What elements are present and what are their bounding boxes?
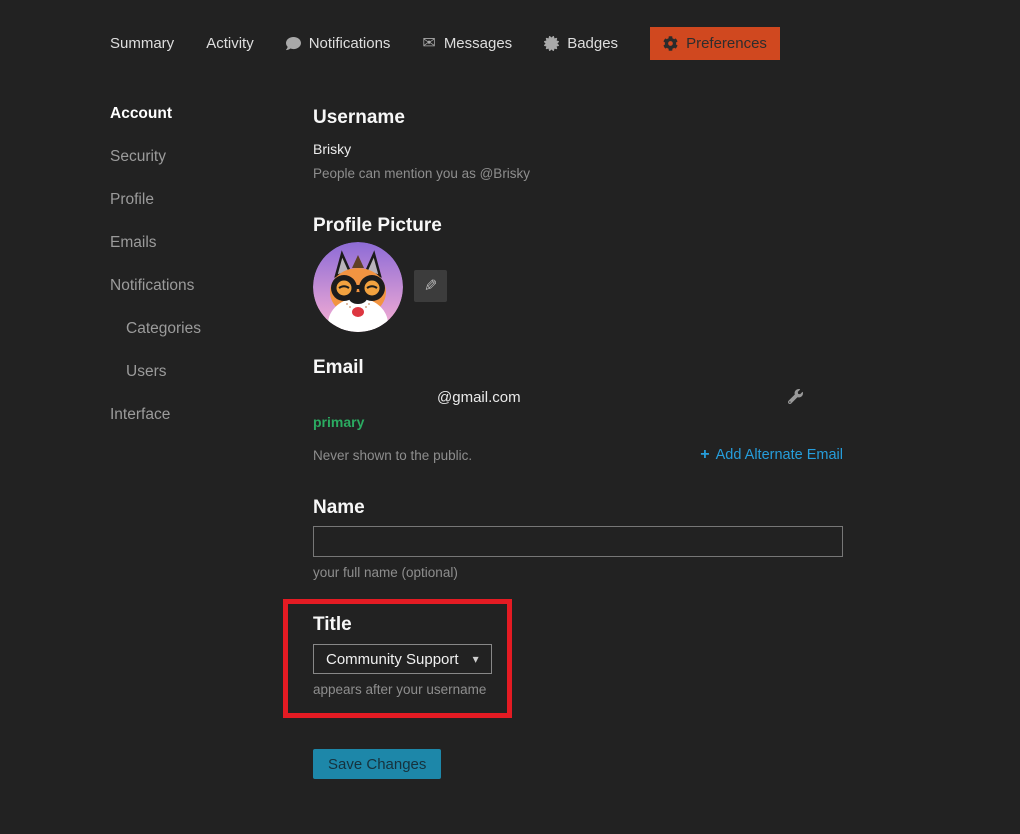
gear-icon <box>663 36 678 51</box>
title-dropdown-value: Community Support <box>326 651 459 668</box>
edit-avatar-button[interactable]: ✎ <box>414 270 447 302</box>
name-heading: Name <box>313 497 843 519</box>
tab-preferences-label: Preferences <box>686 35 767 52</box>
sidebar-item-notifications[interactable]: Notifications <box>110 277 300 294</box>
envelope-icon: ✉ <box>422 36 435 52</box>
edit-email-button[interactable] <box>788 389 803 407</box>
comment-icon <box>286 36 301 51</box>
chevron-down-icon: ▾ <box>473 653 479 665</box>
full-name-input[interactable] <box>313 526 843 557</box>
save-changes-button[interactable]: Save Changes <box>313 749 441 779</box>
title-dropdown[interactable]: Community Support ▾ <box>313 644 492 674</box>
sidebar-item-security[interactable]: Security <box>110 148 300 165</box>
preferences-sidebar: Account Security Profile Emails Notifica… <box>110 105 300 449</box>
username-value: Brisky <box>313 141 843 157</box>
sidebar-item-users[interactable]: Users <box>110 363 300 380</box>
tab-activity[interactable]: Activity <box>206 35 254 52</box>
certificate-icon <box>544 36 559 51</box>
profile-picture-heading: Profile Picture <box>313 215 843 237</box>
tab-summary-label: Summary <box>110 35 174 52</box>
title-hint: appears after your username <box>313 682 542 697</box>
tab-preferences[interactable]: Preferences <box>650 27 780 60</box>
sidebar-item-profile[interactable]: Profile <box>110 191 300 208</box>
title-section: Title Community Support ▾ appears after … <box>313 614 542 697</box>
email-hint: Never shown to the public. <box>313 448 472 463</box>
title-heading: Title <box>313 614 542 636</box>
tab-notifications[interactable]: Notifications <box>286 35 391 52</box>
tab-badges-label: Badges <box>567 35 618 52</box>
user-nav: Summary Activity Notifications ✉ Message… <box>110 27 780 60</box>
name-hint: your full name (optional) <box>313 565 843 580</box>
username-heading: Username <box>313 107 843 129</box>
tab-messages-label: Messages <box>444 35 512 52</box>
add-alternate-email-link[interactable]: + Add Alternate Email <box>700 447 843 463</box>
tab-activity-label: Activity <box>206 35 254 52</box>
sidebar-item-account[interactable]: Account <box>110 105 300 122</box>
account-preferences-panel: Username Brisky People can mention you a… <box>313 107 843 779</box>
email-address: @gmail.com <box>437 389 521 406</box>
sidebar-item-interface[interactable]: Interface <box>110 406 300 423</box>
add-alternate-email-label: Add Alternate Email <box>716 447 843 463</box>
username-hint: People can mention you as @Brisky <box>313 166 843 181</box>
tab-messages[interactable]: ✉ Messages <box>422 35 512 52</box>
pencil-icon: ✎ <box>424 276 437 296</box>
email-heading: Email <box>313 357 843 379</box>
sidebar-item-emails[interactable]: Emails <box>110 234 300 251</box>
wrench-icon <box>788 389 803 407</box>
primary-email-badge: primary <box>313 414 843 430</box>
sidebar-item-categories[interactable]: Categories <box>110 320 300 337</box>
tab-badges[interactable]: Badges <box>544 35 618 52</box>
tab-summary[interactable]: Summary <box>110 35 174 52</box>
plus-icon: + <box>700 447 709 463</box>
avatar[interactable] <box>313 242 403 332</box>
tab-notifications-label: Notifications <box>309 35 391 52</box>
